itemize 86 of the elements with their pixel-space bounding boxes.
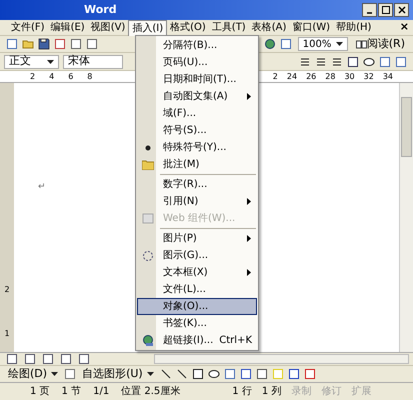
bullet-icon bbox=[144, 144, 150, 150]
menu-item[interactable]: 文件(L)... bbox=[137, 281, 257, 298]
save-icon[interactable] bbox=[38, 38, 50, 50]
globe-icon bbox=[142, 334, 154, 346]
horizontal-scrollbar[interactable] bbox=[154, 354, 409, 364]
font-field[interactable]: 宋体 bbox=[63, 54, 123, 68]
status-text: 修订 bbox=[321, 385, 342, 399]
menu-item[interactable]: 日期和时间(T)... bbox=[137, 71, 257, 88]
window-title: Word bbox=[84, 2, 117, 18]
oval-icon[interactable] bbox=[208, 368, 220, 380]
menu-item[interactable]: 页码(U)... bbox=[137, 54, 257, 71]
ruler-number: 2 bbox=[272, 70, 278, 82]
ruler-number: 6 bbox=[68, 70, 74, 82]
ruler-number: 24 bbox=[286, 70, 298, 82]
minimize-button[interactable] bbox=[362, 3, 377, 17]
align-icon[interactable] bbox=[299, 56, 311, 68]
status-text: 扩展 bbox=[351, 384, 372, 399]
menu-item[interactable]: 超链接(I)... Ctrl+K bbox=[137, 332, 257, 349]
menu-item[interactable]: 数字(R)... bbox=[137, 176, 257, 193]
autoshapes-menu-button[interactable]: 自选图形(U) bbox=[78, 366, 158, 382]
status-text: 1 行 bbox=[232, 385, 252, 399]
submenu-arrow-icon bbox=[247, 235, 251, 242]
menu-item[interactable]: 编辑(E) bbox=[48, 20, 88, 36]
menu-item[interactable]: 引用(N) bbox=[137, 193, 257, 210]
submenu-arrow-icon bbox=[247, 198, 251, 205]
vertical-scrollbar[interactable] bbox=[399, 83, 413, 352]
line-icon[interactable] bbox=[160, 368, 172, 380]
dropdown-arrow-icon[interactable] bbox=[47, 60, 54, 64]
draw-menu-button[interactable]: 绘图(D) bbox=[4, 366, 62, 382]
menu-item[interactable]: 图片(P) bbox=[137, 230, 257, 247]
menu-item[interactable]: 书签(K)... bbox=[137, 315, 257, 332]
submenu-arrow-icon bbox=[247, 93, 251, 100]
book-icon bbox=[356, 40, 367, 48]
status-text: 1 页 bbox=[30, 385, 50, 399]
ruler-number: 30 bbox=[344, 70, 355, 82]
menu-item[interactable]: 工具(T) bbox=[208, 20, 249, 36]
menu-item[interactable]: 符号(S)... bbox=[137, 122, 257, 139]
status-text: 1 节 bbox=[62, 384, 82, 399]
menu-item[interactable]: 文件(F) bbox=[8, 20, 48, 36]
menu-item[interactable]: 表格(A) bbox=[248, 20, 290, 36]
close-document-button[interactable]: × bbox=[400, 19, 409, 36]
menu-item[interactable]: 对象(O)... bbox=[137, 298, 257, 315]
dropdown-arrow-icon[interactable] bbox=[51, 372, 58, 376]
diagram-icon bbox=[142, 250, 154, 262]
shortcut-text: Ctrl+K bbox=[218, 334, 252, 348]
menu-item[interactable]: 域(F)... bbox=[137, 105, 257, 122]
globe-icon[interactable] bbox=[264, 38, 276, 50]
ruler-number: 2 bbox=[30, 70, 36, 82]
close-button[interactable] bbox=[394, 3, 409, 17]
ruler-number: 2 bbox=[4, 284, 10, 296]
zoom-field[interactable]: 100% bbox=[298, 37, 348, 51]
ruler-number: 26 bbox=[306, 70, 316, 82]
ruler-number: 1 bbox=[4, 328, 10, 340]
maximize-button[interactable] bbox=[378, 3, 393, 17]
style-field[interactable]: 正文 bbox=[4, 54, 59, 68]
menu-item[interactable]: 格式(O) bbox=[167, 20, 209, 36]
menu-item[interactable]: 文本框(X) bbox=[137, 264, 257, 281]
menu-item[interactable]: 分隔符(B)... bbox=[137, 37, 257, 54]
status-text: 1/1 bbox=[93, 385, 110, 399]
ruler-number: 8 bbox=[87, 70, 92, 82]
status-text: 位置 2.5厘米 bbox=[121, 384, 180, 399]
dropdown-arrow-icon[interactable] bbox=[336, 42, 343, 46]
menu-item[interactable]: 自动图文集(A) bbox=[137, 88, 257, 105]
status-text: 录制 bbox=[291, 384, 312, 399]
menu-item[interactable]: 帮助(H) bbox=[333, 20, 374, 36]
menu-item[interactable]: 窗口(W) bbox=[289, 20, 334, 36]
menu-item[interactable]: 批注(M) bbox=[137, 156, 257, 173]
read-button[interactable]: 阅读(R) bbox=[352, 36, 409, 52]
status-text: 1 列 bbox=[262, 385, 282, 399]
dropdown-arrow-icon[interactable] bbox=[146, 372, 154, 376]
folder-icon bbox=[142, 160, 154, 170]
ruler-number: 4 bbox=[49, 70, 54, 82]
paragraph-mark: ↵ bbox=[38, 182, 46, 192]
rectangle-icon[interactable] bbox=[192, 368, 204, 380]
folder-icon[interactable] bbox=[22, 38, 34, 50]
scroll-thumb[interactable] bbox=[401, 97, 412, 157]
maximize-icon bbox=[382, 6, 390, 14]
menu-item[interactable]: 插入(I) bbox=[128, 20, 168, 36]
ruler-number: 32 bbox=[364, 70, 374, 82]
menu-item[interactable]: 特殊符号(Y)... bbox=[137, 139, 257, 156]
close-icon bbox=[398, 6, 406, 14]
ruler-number: 28 bbox=[325, 70, 336, 82]
ruler-number: 34 bbox=[382, 70, 393, 82]
submenu-arrow-icon bbox=[247, 269, 251, 276]
menu-item[interactable]: 图示(G)... bbox=[137, 247, 257, 264]
menu-item[interactable]: 视图(V) bbox=[88, 20, 128, 36]
